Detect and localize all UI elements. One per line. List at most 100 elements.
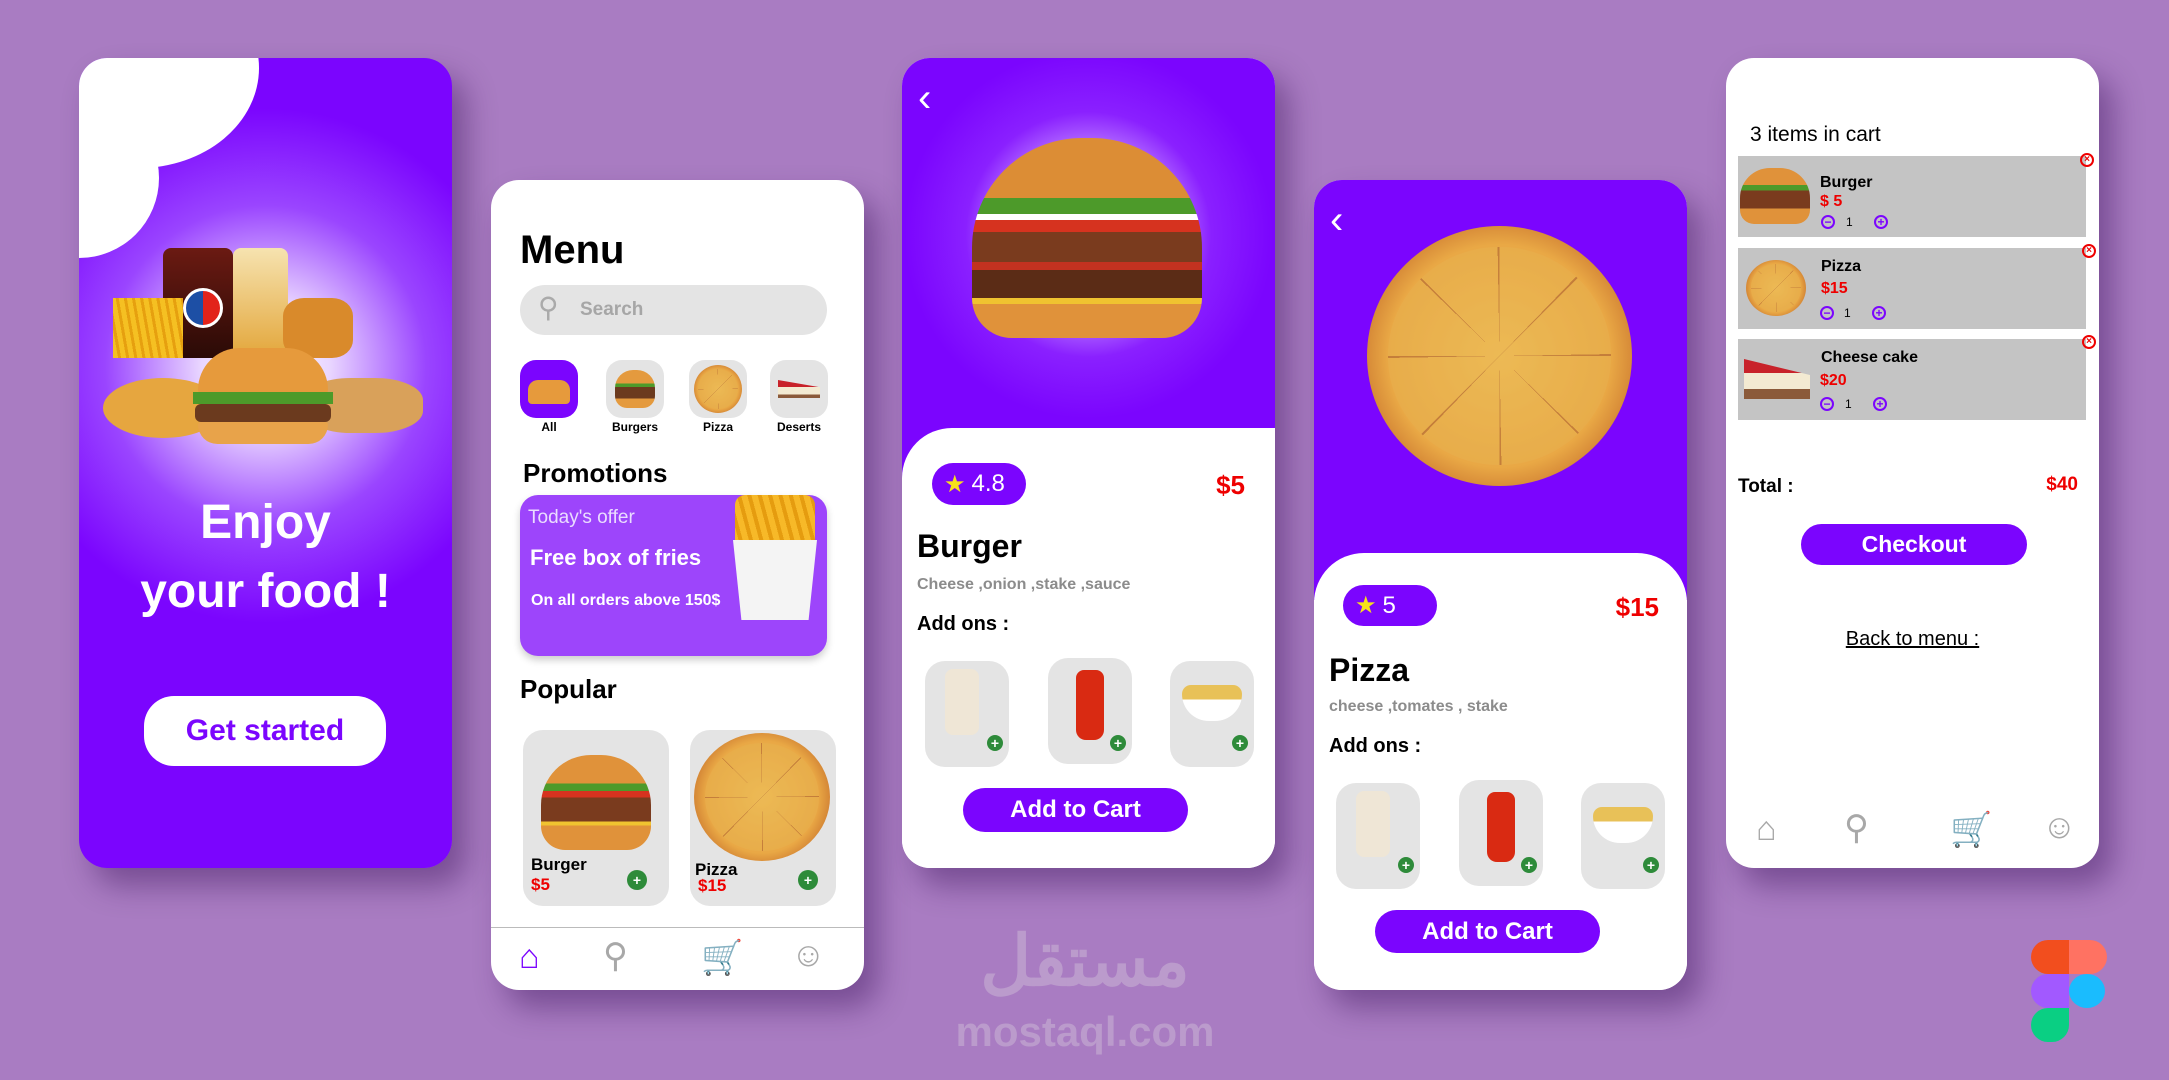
- search-placeholder: Search: [580, 299, 644, 320]
- cart-icon[interactable]: 🛒: [701, 938, 743, 978]
- decrease-button[interactable]: −: [1820, 397, 1834, 411]
- rating-value: 5: [1382, 591, 1396, 619]
- remove-item-button[interactable]: ×: [2082, 244, 2096, 258]
- cart-item-name: Burger: [1820, 174, 1873, 191]
- cheesecake-image: [1744, 359, 1810, 399]
- add-icon[interactable]: +: [1398, 857, 1414, 873]
- checkout-button[interactable]: Checkout: [1801, 524, 2027, 565]
- category-label-burgers: Burgers: [611, 420, 658, 434]
- addon-chili-sauce[interactable]: +: [1048, 658, 1132, 764]
- cart-title: 3 items in cart: [1750, 123, 1881, 146]
- cart-item-price: $ 5: [1820, 193, 1843, 210]
- cart-item-qty: 1: [1845, 397, 1852, 411]
- add-to-cart-button[interactable]: Add to Cart: [963, 788, 1188, 832]
- increase-button[interactable]: +: [1873, 397, 1887, 411]
- addon-mayo[interactable]: +: [1336, 783, 1420, 889]
- add-icon[interactable]: +: [627, 870, 647, 890]
- addons-heading: Add ons :: [1329, 735, 1422, 757]
- decrease-button[interactable]: −: [1821, 215, 1835, 229]
- pizza-image: [1367, 226, 1632, 486]
- item-ingredients: cheese ,tomates , stake: [1329, 698, 1508, 715]
- rating-value: 4.8: [971, 470, 1005, 497]
- welcome-title-line2: your food !: [140, 565, 391, 618]
- add-to-cart-button[interactable]: Add to Cart: [1375, 910, 1600, 953]
- category-label-all: All: [541, 420, 557, 434]
- home-icon[interactable]: ⌂: [1756, 810, 1777, 849]
- item-title: Burger: [917, 528, 1022, 564]
- profile-icon[interactable]: ☺: [2042, 808, 2077, 847]
- nav-divider: [491, 927, 864, 928]
- increase-button[interactable]: +: [1874, 215, 1888, 229]
- category-label-pizza: Pizza: [702, 420, 733, 434]
- addons-heading: Add ons :: [917, 613, 1010, 635]
- search-input[interactable]: ⚲ Search: [520, 285, 827, 335]
- price: $15: [1615, 592, 1659, 622]
- remove-item-button[interactable]: ×: [2080, 153, 2094, 167]
- star-icon: ★: [944, 470, 966, 498]
- pizza-image: [694, 733, 830, 861]
- promo-headline: Free box of fries: [530, 545, 702, 570]
- welcome-title-line1: Enjoy: [200, 496, 331, 549]
- burger-image: [541, 755, 651, 850]
- back-to-menu-link[interactable]: Back to menu :: [1726, 628, 2099, 651]
- addon-chili-sauce[interactable]: +: [1459, 780, 1543, 886]
- cart-item-price: $20: [1820, 372, 1847, 389]
- search-icon[interactable]: ⚲: [1844, 808, 1869, 848]
- rating-badge: ★ 4.8: [932, 463, 1026, 505]
- cart-item-cheese-cake: Cheese cake $20 − 1 +: [1738, 339, 2086, 420]
- promotions-heading: Promotions: [523, 458, 668, 488]
- total-label: Total :: [1738, 476, 1794, 497]
- addon-cheese-sauce[interactable]: +: [1170, 661, 1254, 767]
- popular-item-pizza[interactable]: Pizza $15 +: [690, 730, 836, 906]
- pizza-detail-screen: ‹ ★ 5 $15 Pizza cheese ,tomates , stake A…: [1314, 180, 1687, 990]
- cart-item-price: $15: [1821, 280, 1848, 297]
- promo-card[interactable]: Today's offer Free box of fries On all o…: [520, 495, 827, 656]
- cart-item-name: Cheese cake: [1821, 349, 1918, 366]
- menu-screen: Menu ⚲ Search All Burgers Pizza Deserts …: [491, 180, 864, 990]
- rating-badge: ★ 5: [1343, 585, 1437, 626]
- category-pizza[interactable]: [689, 360, 747, 418]
- total-value: $40: [2046, 474, 2078, 495]
- remove-item-button[interactable]: ×: [2082, 335, 2096, 349]
- cart-item-name: Pizza: [1821, 258, 1862, 275]
- back-icon[interactable]: ‹: [1330, 198, 1343, 243]
- profile-icon[interactable]: ☺: [791, 936, 826, 975]
- item-title: Pizza: [1329, 652, 1410, 688]
- fries-image: [725, 495, 825, 625]
- back-icon[interactable]: ‹: [918, 76, 931, 121]
- cart-icon[interactable]: 🛒: [1950, 810, 1992, 850]
- add-icon[interactable]: +: [1110, 735, 1126, 751]
- item-ingredients: Cheese ,onion ,stake ,sauce: [917, 576, 1131, 593]
- get-started-button[interactable]: Get started: [144, 696, 386, 766]
- category-all[interactable]: [520, 360, 578, 418]
- search-icon[interactable]: ⚲: [603, 936, 628, 976]
- addon-cheese-sauce[interactable]: +: [1581, 783, 1665, 889]
- page-title: Menu: [520, 228, 625, 272]
- category-deserts[interactable]: [770, 360, 828, 418]
- home-icon[interactable]: ⌂: [519, 938, 540, 977]
- watermark-text: mostaql.com: [955, 1008, 1215, 1055]
- cart-item-qty: 1: [1846, 215, 1853, 229]
- burger-image: [972, 138, 1202, 338]
- price: $5: [1216, 470, 1245, 500]
- category-label-deserts: Deserts: [776, 420, 822, 434]
- watermark-arabic: مستقل: [980, 922, 1190, 1000]
- increase-button[interactable]: +: [1872, 306, 1886, 320]
- add-icon[interactable]: +: [1521, 857, 1537, 873]
- decrease-button[interactable]: −: [1820, 306, 1834, 320]
- popular-item-burger[interactable]: Burger $5 +: [523, 730, 669, 906]
- figma-logo: [2031, 940, 2107, 1042]
- cart-screen: 3 items in cart Burger $ 5 − 1 + × Pizza…: [1726, 58, 2099, 868]
- welcome-screen: Enjoy your food ! Get started: [79, 58, 452, 868]
- popular-item-price: $15: [698, 876, 727, 895]
- cart-item-pizza: Pizza $15 − 1 +: [1738, 248, 2086, 329]
- add-icon[interactable]: +: [1643, 857, 1659, 873]
- addon-mayo[interactable]: +: [925, 661, 1009, 767]
- search-icon: ⚲: [538, 292, 559, 323]
- add-icon[interactable]: +: [1232, 735, 1248, 751]
- burger-image: [1740, 168, 1810, 224]
- add-icon[interactable]: +: [987, 735, 1003, 751]
- pizza-image: [1746, 260, 1806, 316]
- category-burgers[interactable]: [606, 360, 664, 418]
- add-icon[interactable]: +: [798, 870, 818, 890]
